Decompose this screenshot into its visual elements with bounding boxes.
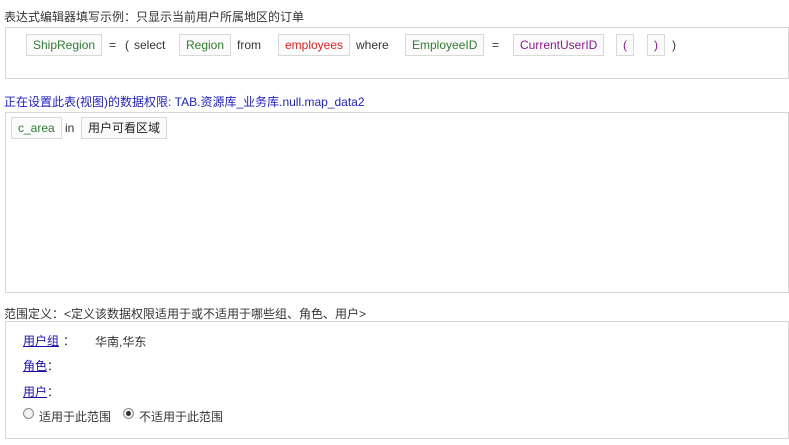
user-group-link[interactable]: 用户组	[23, 332, 59, 349]
paren-open[interactable]: (	[125, 34, 129, 56]
keyword-from[interactable]: from	[237, 34, 261, 56]
operator-equals-2[interactable]: =	[492, 34, 499, 56]
permission-expression-editor[interactable]: c_area in 用户可看区域	[5, 112, 789, 293]
user-group-colon: ：	[63, 334, 76, 348]
scope-box: 用户组 ： 华南,华东 角色 ： 用户 ： 适用于此范围 不适用于此范围	[5, 321, 789, 439]
role-link[interactable]: 角色	[23, 357, 47, 374]
function-paren-close[interactable]: )	[647, 34, 665, 56]
example-heading: 表达式编辑器填写示例：只显示当前用户所属地区的订单	[4, 10, 305, 24]
operator-in[interactable]: in	[65, 117, 74, 139]
table-token-employees[interactable]: employees	[278, 34, 351, 56]
field-token-region[interactable]: Region	[179, 34, 232, 56]
keyword-where[interactable]: where	[356, 34, 389, 56]
role-colon: ：	[47, 359, 60, 373]
apply-radio[interactable]	[23, 408, 34, 419]
operator-equals[interactable]: =	[109, 34, 116, 56]
field-token-employeeid[interactable]: EmployeeID	[405, 34, 485, 56]
function-token-currentuserid[interactable]: CurrentUserID	[513, 34, 605, 56]
keyword-select[interactable]: select	[134, 34, 165, 56]
not-apply-label[interactable]: 不适用于此范围	[139, 408, 223, 425]
user-group-value: 华南,华东	[95, 335, 147, 349]
field-token-c-area[interactable]: c_area	[11, 117, 62, 139]
field-token-shipregion[interactable]: ShipRegion	[26, 34, 103, 56]
user-link[interactable]: 用户	[23, 383, 47, 400]
variable-token-user-areas[interactable]: 用户可看区域	[81, 117, 168, 139]
permission-heading: 正在设置此表(视图)的数据权限: TAB.资源库_业务库.null.map_da…	[4, 95, 365, 109]
apply-label[interactable]: 适用于此范围	[39, 408, 111, 425]
function-paren-open[interactable]: (	[616, 34, 634, 56]
paren-close[interactable]: )	[672, 34, 676, 56]
example-expression-box: ShipRegion = ( select Region from employ…	[5, 27, 789, 79]
not-apply-radio[interactable]	[123, 408, 134, 419]
user-colon: ：	[47, 385, 60, 399]
scope-heading: 范围定义：<定义该数据权限适用于或不适用于哪些组、角色、用户>	[4, 307, 367, 321]
